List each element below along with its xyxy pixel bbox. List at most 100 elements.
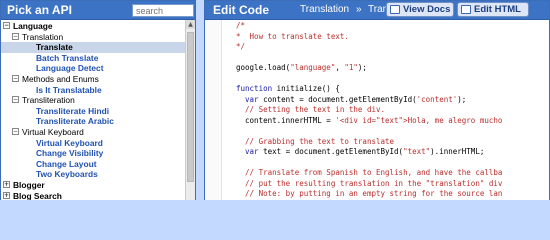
- scroll-up-icon[interactable]: ▲: [186, 20, 195, 29]
- code-line: * How to translate text.: [236, 32, 502, 43]
- breadcrumb-category[interactable]: Translation: [300, 4, 349, 16]
- code-token: // put the resulting translation in the …: [236, 178, 503, 188]
- tree-item-label: Two Keyboards: [36, 169, 98, 180]
- collapse-icon[interactable]: −: [12, 96, 19, 104]
- breadcrumb-separator: »: [356, 4, 362, 15]
- code-token: text = document.getElementById(: [258, 147, 404, 156]
- docs-icon: [390, 5, 400, 14]
- tree-item[interactable]: Language Detect: [1, 63, 195, 74]
- tree-group[interactable]: − Language: [1, 21, 195, 32]
- tree-item[interactable]: Transliterate Arabic: [1, 116, 195, 127]
- tree-item[interactable]: Translate: [1, 42, 195, 53]
- html-icon: [461, 5, 471, 14]
- code-editor-panel: Edit Code Translation » Transl View Docs…: [204, 0, 550, 200]
- edit-html-button[interactable]: Edit HTML: [457, 2, 529, 17]
- code-line: function initialize() {: [236, 84, 502, 95]
- code-line: // will auto-detect the source language.: [236, 200, 502, 201]
- code-token: content = document.getElementById(: [258, 94, 417, 104]
- code-line: content.innerHTML = '<div id="text">Hola…: [236, 116, 502, 127]
- code-token: 'content': [416, 94, 458, 104]
- tree-item-label: Is It Translatable: [36, 84, 102, 95]
- tree-item-label: Translation: [22, 31, 64, 42]
- tree-item-label: Language: [13, 21, 53, 31]
- view-docs-label: View Docs: [403, 4, 451, 15]
- collapse-icon[interactable]: −: [12, 128, 19, 136]
- tree-item-label: Blog Search: [13, 190, 62, 201]
- collapse-icon[interactable]: −: [12, 75, 19, 83]
- code-token: );: [457, 94, 467, 104]
- tree-item-label: Virtual Keyboard: [22, 126, 84, 137]
- tree-item-label: Language Detect: [36, 63, 104, 74]
- collapse-icon[interactable]: −: [12, 32, 19, 40]
- tree-item[interactable]: Change Layout: [1, 159, 195, 170]
- code-token: /*: [236, 21, 246, 30]
- code-token: ).innerHTML;: [430, 147, 485, 156]
- tree-group[interactable]: − Transliteration: [1, 95, 195, 106]
- code-token: var: [245, 147, 259, 156]
- expand-icon[interactable]: +: [3, 191, 10, 199]
- code-token: var: [245, 94, 259, 104]
- tree-group[interactable]: + Blogger: [1, 180, 195, 191]
- tree-item[interactable]: Is It Translatable: [1, 85, 195, 96]
- code-editor-header: Edit Code Translation » Transl View Docs…: [205, 1, 549, 20]
- tree-item-label: Transliteration: [22, 95, 75, 106]
- code-token: function: [236, 84, 273, 93]
- code-token: */: [236, 42, 246, 51]
- code-line: // Setting the text in the div.: [236, 105, 502, 116]
- scroll-thumb[interactable]: [187, 32, 194, 182]
- code-token: * How to translate text.: [236, 31, 349, 41]
- tree-group[interactable]: − Methods and Enums: [1, 74, 195, 85]
- code-line: // Grabbing the text to translate: [236, 137, 502, 148]
- code-token: "1": [344, 63, 358, 72]
- code-token: // will auto-detect the source language.: [236, 200, 426, 201]
- code-line: google.load("language", "1");: [236, 63, 502, 74]
- api-search-input[interactable]: [132, 4, 194, 17]
- api-tree: − Language − Translation Translate Batch Tran…: [1, 20, 195, 200]
- code-line: // put the resulting translation in the …: [236, 179, 502, 190]
- panel-title: Pick an API: [7, 3, 72, 17]
- line-gutter: [205, 20, 222, 200]
- tree-item[interactable]: Two Keyboards: [1, 169, 195, 180]
- tree-item-label: Transliterate Hindi: [36, 105, 110, 116]
- editor-title: Edit Code: [213, 3, 269, 17]
- tree-item[interactable]: Virtual Keyboard: [1, 138, 195, 149]
- tree-item-label: Translate: [36, 42, 73, 53]
- code-token: );: [357, 63, 367, 72]
- tree-group[interactable]: − Virtual Keyboard: [1, 127, 195, 138]
- code-token: initialize() {: [272, 84, 340, 93]
- code-token: "language": [290, 63, 336, 72]
- code-line: var text = document.getElementById("text…: [236, 147, 502, 158]
- tree-group[interactable]: − Translation: [1, 32, 195, 43]
- tree-item-label: Change Layout: [36, 158, 97, 169]
- tree-item-label: Methods and Enums: [22, 73, 99, 84]
- view-docs-button[interactable]: View Docs: [386, 2, 454, 17]
- tree-item[interactable]: Transliterate Hindi: [1, 106, 195, 117]
- code-token: content.innerHTML =: [236, 115, 336, 125]
- tree-item-label: Transliterate Arabic: [36, 116, 114, 127]
- edit-html-label: Edit HTML: [474, 4, 521, 15]
- tree-item[interactable]: Batch Translate: [1, 53, 195, 64]
- code-line: // Note: by putting in an empty string f…: [236, 189, 502, 200]
- code-line: */: [236, 42, 502, 53]
- code-token: google.load(: [236, 63, 291, 72]
- tree-item[interactable]: Change Visibility: [1, 148, 195, 159]
- collapse-icon[interactable]: −: [3, 22, 10, 30]
- tree-group[interactable]: + Blog Search: [1, 190, 195, 201]
- expand-icon[interactable]: +: [3, 181, 10, 189]
- code-line: // Translate from Spanish to English, an…: [236, 168, 502, 179]
- code-token: // Note: by putting in an empty string f…: [236, 189, 503, 198]
- code-editor[interactable]: /* * How to translate text. */ google.load(…: [236, 21, 502, 200]
- tree-item-label: Change Visibility: [36, 148, 104, 159]
- code-token: // Setting the text in the div.: [236, 105, 386, 114]
- code-token: // Grabbing the text to translate: [236, 136, 395, 146]
- tree-scrollbar[interactable]: ▲: [185, 20, 195, 200]
- tree-item-label: Batch Translate: [36, 52, 99, 63]
- code-area[interactable]: /* * How to translate text. */ google.load(…: [205, 20, 549, 200]
- code-line: var content = document.getElementById('c…: [236, 95, 502, 106]
